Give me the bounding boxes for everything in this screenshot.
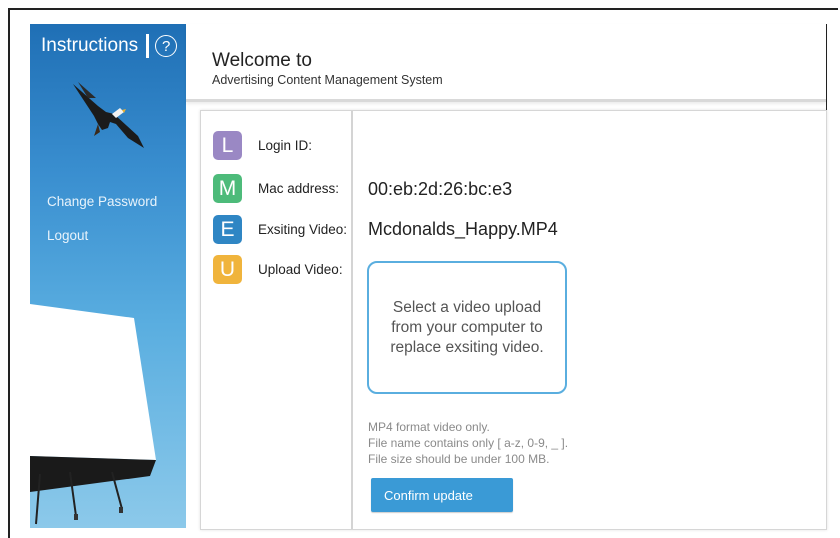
page-header: Welcome to Advertising Content Managemen… — [186, 24, 826, 102]
page-subtitle: Advertising Content Management System — [212, 73, 443, 87]
field-login-id: L Login ID: — [213, 131, 312, 160]
change-password-link[interactable]: Change Password — [47, 194, 157, 209]
badge-e: E — [213, 215, 242, 244]
billboard-image — [30, 304, 156, 525]
upload-prompt: Select a video upload from your computer… — [390, 298, 544, 356]
content-panel: L Login ID: M Mac address: E Exsiting Vi… — [200, 110, 827, 530]
note-filename: File name contains only [ a-z, 0-9, _ ]. — [368, 436, 569, 450]
note-format: MP4 format video only. — [368, 420, 490, 434]
field-existing-video: E Exsiting Video: — [213, 215, 347, 244]
eagle-logo — [73, 82, 144, 148]
instructions-label[interactable]: Instructions — [41, 35, 138, 57]
help-icon[interactable]: ? — [155, 35, 178, 57]
field-label: Exsiting Video: — [258, 222, 348, 237]
field-labels-column: L Login ID: M Mac address: E Exsiting Vi… — [201, 111, 353, 529]
field-label: Login ID: — [258, 138, 313, 153]
field-upload-video: U Upload Video: — [213, 255, 343, 284]
field-label: Mac address: — [258, 181, 340, 196]
separator-bar — [146, 34, 150, 58]
field-label: Upload Video: — [258, 262, 343, 277]
note-filesize: File size should be under 100 MB. — [368, 452, 550, 466]
existing-video-value: Mcdonalds_Happy.MP4 — [368, 219, 558, 239]
page-title: Welcome to — [212, 50, 312, 71]
logout-link[interactable]: Logout — [47, 228, 88, 243]
mac-address-value: 00:eb:2d:26:bc:e3 — [368, 179, 513, 199]
field-mac-address: M Mac address: — [213, 174, 339, 203]
upload-dropzone[interactable]: Select a video upload from your computer… — [367, 261, 567, 394]
badge-m: M — [213, 174, 242, 203]
sidebar: Instructions ? Change Password Logout — [30, 24, 186, 528]
instructions-header: Instructions ? — [41, 34, 178, 58]
badge-u: U — [213, 255, 242, 284]
badge-l: L — [213, 131, 242, 160]
confirm-update-button[interactable]: Confirm update — [371, 478, 513, 512]
